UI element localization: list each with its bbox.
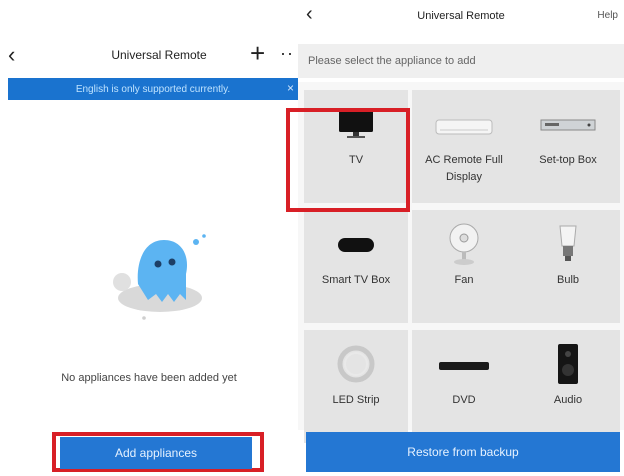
tile-fan[interactable]: Fan <box>412 210 516 323</box>
banner-text: English is only supported currently. <box>75 83 231 95</box>
chevron-left-icon[interactable]: ‹ <box>306 4 313 24</box>
tile-ac-remote[interactable]: AC Remote Full Display <box>412 90 516 203</box>
tile-label: Audio <box>553 394 583 406</box>
ghost-illustration-icon <box>113 234 206 320</box>
dvd-icon <box>412 342 516 386</box>
tile-label: AC Remote Full Display <box>425 154 503 183</box>
tile-dvd[interactable]: DVD <box>412 330 516 443</box>
led-strip-icon <box>304 342 408 386</box>
page-title: Universal Remote <box>111 48 207 62</box>
tile-led-strip[interactable]: LED Strip <box>304 330 408 443</box>
tile-bulb[interactable]: Bulb <box>516 210 620 323</box>
ac-icon <box>412 102 516 146</box>
page-title: Universal Remote <box>417 10 505 22</box>
right-panel: ‹ Universal Remote Help Please select th… <box>286 0 624 476</box>
tile-label: DVD <box>452 394 476 406</box>
empty-state-text: No appliances have been added yet <box>61 372 237 384</box>
settop-box-icon <box>516 102 620 146</box>
tile-label: LED Strip <box>332 394 380 406</box>
tile-smart-tv-box[interactable]: Smart TV Box <box>304 210 408 323</box>
highlight-outline <box>286 108 410 212</box>
plus-icon[interactable]: + <box>250 40 265 66</box>
tile-label: Set-top Box <box>539 154 597 166</box>
more-icon[interactable]: ·· <box>280 44 294 62</box>
prompt-text: Please select the appliance to add <box>308 55 476 67</box>
language-banner: English is only supported currently. × <box>8 78 298 100</box>
tile-label: Fan <box>454 274 474 286</box>
select-appliance-prompt: Please select the appliance to add <box>298 44 624 78</box>
tile-audio[interactable]: Audio <box>516 330 620 443</box>
chevron-left-icon[interactable]: ‹ <box>8 44 15 66</box>
left-panel: ‹ Universal Remote + ·· English is only … <box>0 0 298 476</box>
tile-label: Smart TV Box <box>321 274 391 286</box>
tile-settop-box[interactable]: Set-top Box <box>516 90 620 203</box>
smart-tv-box-icon <box>304 222 408 266</box>
fan-icon <box>412 222 516 266</box>
tile-label: Bulb <box>556 274 580 286</box>
add-appliances-button[interactable]: Add appliances <box>60 437 252 469</box>
close-icon[interactable]: × <box>287 81 294 95</box>
help-link[interactable]: Help <box>597 10 618 21</box>
bulb-icon <box>516 222 620 266</box>
restore-from-backup-button[interactable]: Restore from backup <box>306 432 620 472</box>
audio-icon <box>516 342 620 386</box>
